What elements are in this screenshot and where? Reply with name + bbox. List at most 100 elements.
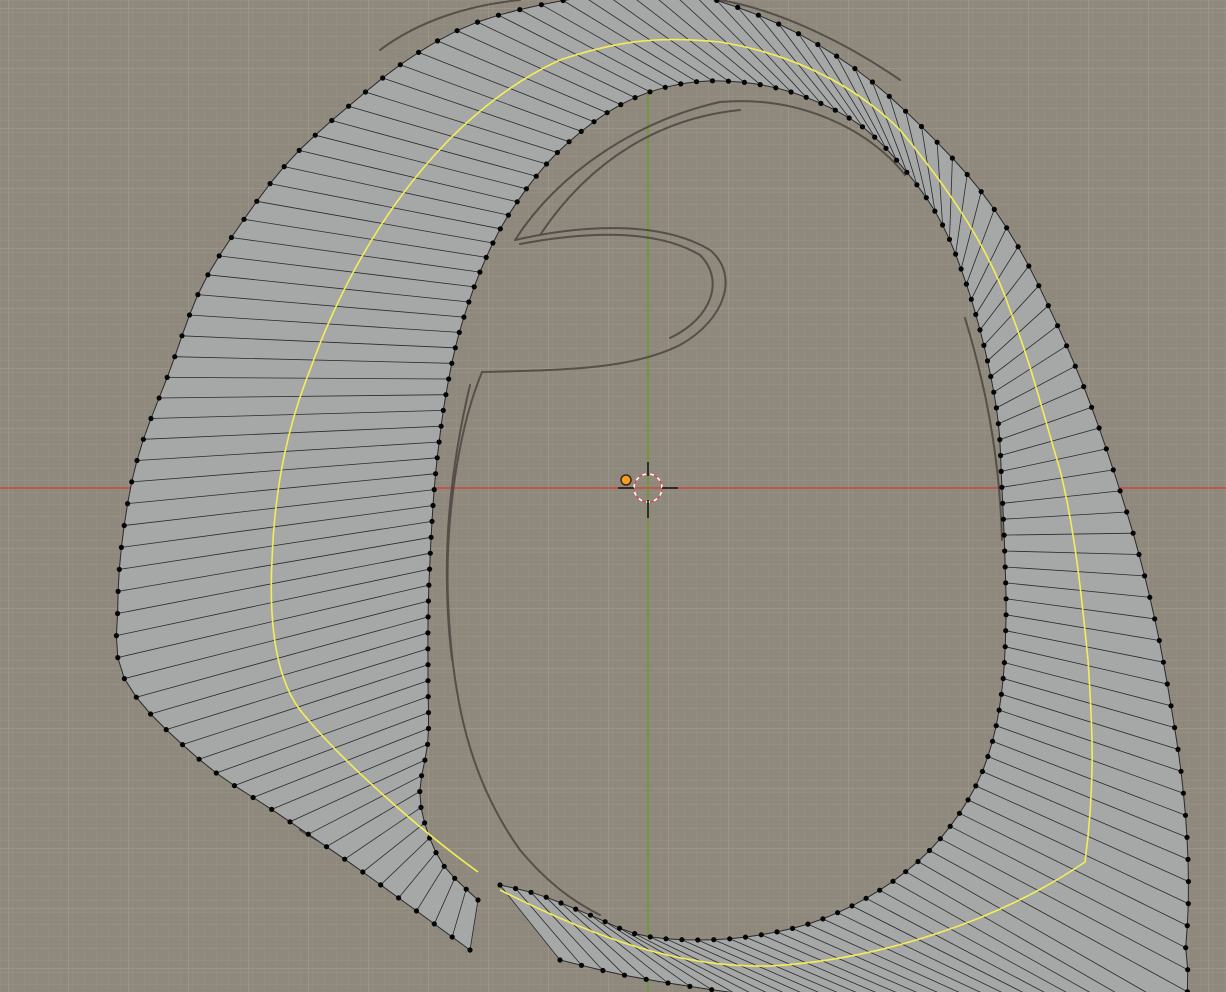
mesh-vertex[interactable] <box>250 794 256 801</box>
mesh-vertex[interactable] <box>932 208 938 214</box>
mesh-vertex[interactable] <box>440 407 446 413</box>
mesh-vertex[interactable] <box>471 284 477 290</box>
mesh-vertex[interactable] <box>618 102 624 108</box>
mesh-vertex[interactable] <box>433 471 439 477</box>
mesh-vertex[interactable] <box>179 333 185 339</box>
mesh-vertex[interactable] <box>425 741 431 748</box>
mesh-vertex[interactable] <box>963 281 970 287</box>
mesh-vertex[interactable] <box>997 437 1003 443</box>
mesh-vertex[interactable] <box>818 100 824 106</box>
mesh-vertex[interactable] <box>643 976 649 982</box>
mesh-vertex[interactable] <box>216 253 222 259</box>
mesh-vertex[interactable] <box>419 773 425 779</box>
mesh-vertex[interactable] <box>774 929 780 935</box>
mesh-vertex[interactable] <box>977 327 983 333</box>
mesh-vertex[interactable] <box>172 354 178 360</box>
mesh-vertex[interactable] <box>378 882 384 888</box>
mesh-vertex[interactable] <box>329 117 335 124</box>
mesh-vertex[interactable] <box>446 376 452 382</box>
mesh-vertex[interactable] <box>1001 532 1007 538</box>
mesh-vertex[interactable] <box>281 164 287 170</box>
mesh-vertex[interactable] <box>742 934 749 940</box>
mesh-vertex[interactable] <box>1180 790 1186 796</box>
mesh-vertex[interactable] <box>443 392 449 398</box>
mesh-vertex[interactable] <box>820 916 826 922</box>
mesh-vertex[interactable] <box>1184 834 1190 840</box>
mesh-vertex[interactable] <box>461 314 467 320</box>
mesh-vertex[interactable] <box>1000 675 1006 682</box>
mesh-vertex[interactable] <box>557 957 563 963</box>
mesh-vertex[interactable] <box>981 342 987 348</box>
mesh-vertex[interactable] <box>425 646 431 652</box>
mesh-vertex[interactable] <box>852 66 858 72</box>
mesh-vertex[interactable] <box>914 182 920 188</box>
mesh-vertex[interactable] <box>148 415 154 422</box>
mesh-vertex[interactable] <box>436 439 442 445</box>
mesh-vertex[interactable] <box>709 78 716 84</box>
mesh-vertex[interactable] <box>427 550 433 556</box>
mesh-vertex[interactable] <box>1055 323 1061 329</box>
mesh-vertex[interactable] <box>1103 446 1109 452</box>
mesh-vertex[interactable] <box>984 358 991 364</box>
mesh-vertex[interactable] <box>434 38 441 44</box>
mesh-vertex[interactable] <box>993 723 999 729</box>
mesh-vertex[interactable] <box>1147 594 1153 600</box>
mesh-vertex[interactable] <box>687 983 693 990</box>
mesh-vertex[interactable] <box>156 395 162 401</box>
mesh-vertex[interactable] <box>413 908 420 914</box>
mesh-vertex[interactable] <box>591 119 597 125</box>
mesh-vertex[interactable] <box>1117 488 1123 494</box>
mesh-vertex[interactable] <box>725 78 732 84</box>
mesh-vertex[interactable] <box>1015 244 1021 250</box>
mesh-vertex[interactable] <box>1185 878 1191 885</box>
mesh-vertex[interactable] <box>418 804 424 811</box>
mesh-vertex[interactable] <box>985 753 991 760</box>
mesh-vertex[interactable] <box>1072 363 1078 369</box>
mesh-vertex[interactable] <box>456 329 462 335</box>
mesh-vertex[interactable] <box>1130 530 1136 536</box>
mesh-vertex[interactable] <box>918 123 925 130</box>
mesh-vertex[interactable] <box>566 139 572 145</box>
mesh-vertex[interactable] <box>362 89 369 95</box>
mesh-vertex[interactable] <box>937 836 943 842</box>
mesh-vertex[interactable] <box>989 738 996 744</box>
mesh-vertex[interactable] <box>915 858 921 865</box>
mesh-vertex[interactable] <box>523 186 530 192</box>
mesh-vertex[interactable] <box>554 149 561 156</box>
mesh-vertex[interactable] <box>604 110 610 116</box>
mesh-vertex[interactable] <box>483 254 489 260</box>
mesh-vertex[interactable] <box>134 457 140 464</box>
mesh-vertex[interactable] <box>727 936 733 942</box>
mesh-vertex[interactable] <box>1136 551 1142 558</box>
mesh-vertex[interactable] <box>287 819 293 825</box>
mesh-vertex[interactable] <box>995 421 1002 427</box>
mesh-vertex[interactable] <box>425 662 431 668</box>
mesh-vertex[interactable] <box>422 757 428 763</box>
mesh-vertex[interactable] <box>993 405 1000 411</box>
mesh-vertex[interactable] <box>872 134 878 140</box>
mesh-vertex[interactable] <box>113 633 119 639</box>
mesh-vertex[interactable] <box>396 895 402 901</box>
mesh-vertex[interactable] <box>789 925 796 932</box>
mesh-vertex[interactable] <box>163 727 169 733</box>
mesh-vertex[interactable] <box>1000 500 1006 506</box>
mesh-vertex[interactable] <box>425 678 431 684</box>
mesh-vertex[interactable] <box>947 823 953 829</box>
mesh-vertex[interactable] <box>296 147 302 153</box>
mesh-vertex[interactable] <box>441 863 447 869</box>
mesh-vertex[interactable] <box>129 479 135 485</box>
mesh-vertex[interactable] <box>903 869 909 875</box>
mesh-vertex[interactable] <box>133 694 139 700</box>
mesh-vertex[interactable] <box>795 31 802 37</box>
mesh-vertex[interactable] <box>254 198 260 204</box>
mesh-vertex[interactable] <box>517 7 523 13</box>
mesh-vertex[interactable] <box>1168 703 1174 709</box>
mesh-vertex[interactable] <box>949 155 956 161</box>
mesh-vertex[interactable] <box>1000 516 1007 522</box>
mesh-vertex[interactable] <box>425 630 431 636</box>
mesh-vertex[interactable] <box>1004 225 1010 231</box>
mesh-vertex[interactable] <box>533 173 539 179</box>
mesh-vertex[interactable] <box>538 2 545 8</box>
mesh-vertex[interactable] <box>179 742 186 748</box>
mesh-vertex[interactable] <box>1089 404 1095 410</box>
